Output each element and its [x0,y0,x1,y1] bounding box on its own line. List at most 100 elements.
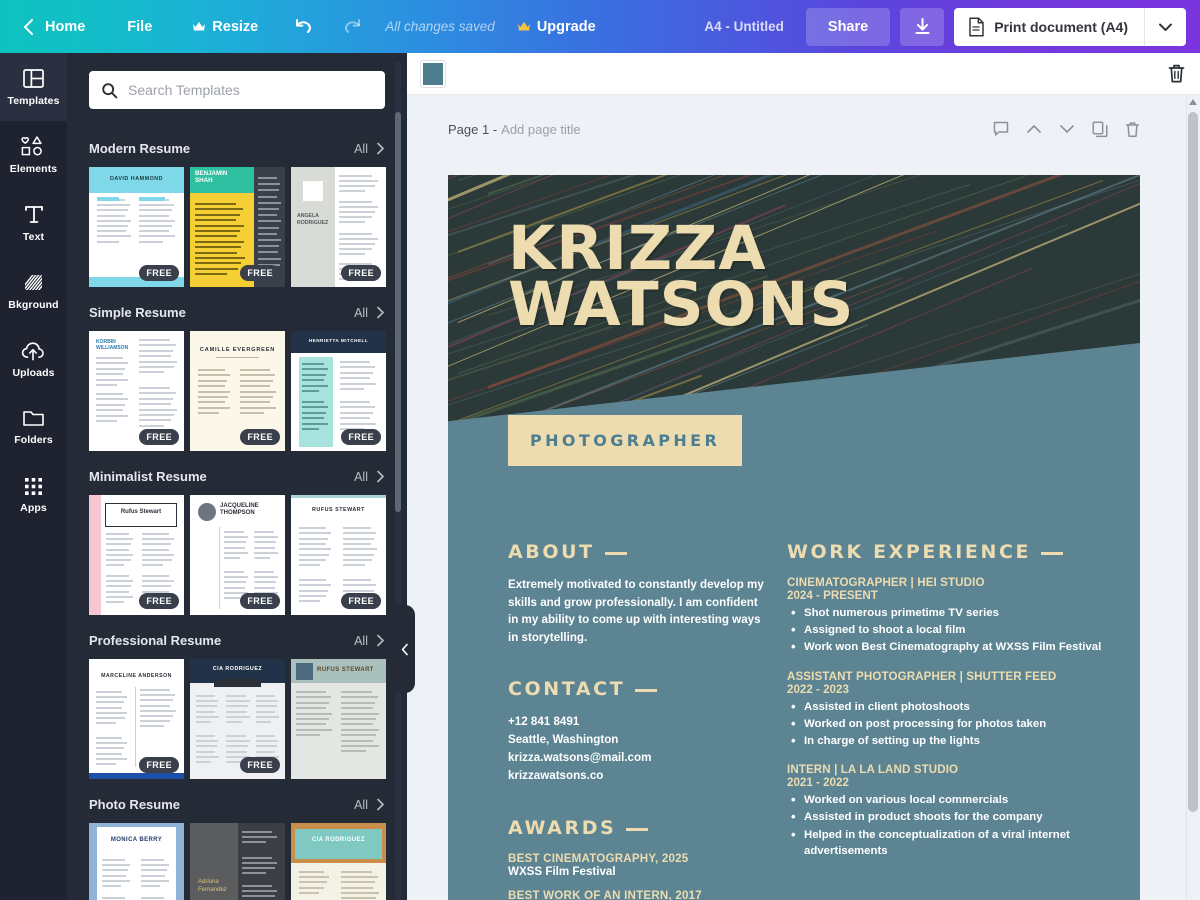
job-bullets: Assisted in client photoshootsWorked on … [787,698,1116,751]
sidebar-item-templates[interactable]: Templates [0,53,67,121]
design-canvas[interactable]: Page 1 - Add page title KRIZZA WATSONS P… [407,95,1200,900]
print-options-caret[interactable] [1144,7,1186,46]
job-dates: 2021 - 2022 [787,776,849,790]
templates-sections-scroll[interactable]: Modern Resume All DAVID HAMMOND FREE BENJAMI… [67,123,407,900]
search-box[interactable] [89,71,385,109]
chevron-right-icon [377,634,384,647]
section-see-all[interactable]: All [354,634,385,648]
scroll-up-icon[interactable] [1189,98,1197,106]
job-bullet: Assigned to shoot a local film [787,621,1116,640]
award-title: BEST WORK OF AN INTERN, 2017 [508,889,702,900]
duplicate-icon[interactable] [1092,120,1108,138]
back-button[interactable] [22,18,35,36]
canvas-scrollbar-thumb[interactable] [1188,112,1198,812]
sidebar-label: Folders [14,434,53,446]
crown-icon [517,21,531,32]
work-jobs-list: CINEMATOGRAPHER | HEI STUDIO 2024 - PRESE… [787,576,1116,859]
panel-scrollbar-thumb[interactable] [395,112,401,512]
free-badge: FREE [139,593,179,609]
home-button[interactable]: Home [45,19,85,35]
award-subtitle: WXSS Film Festival [508,865,616,879]
delete-element-button[interactable] [1167,63,1186,84]
heading-dash [626,827,649,831]
template-thumbnail[interactable]: Adriana Fernandez [190,823,285,900]
fill-color-swatch[interactable] [421,60,445,87]
sidebar-label: Elements [9,163,58,175]
sidebar-item-folders[interactable]: Folders [0,393,67,461]
section-see-all[interactable]: All [354,306,385,320]
collapse-panel-button[interactable] [395,605,415,693]
template-thumbnail[interactable]: MARCELINE ANDERSON FREE [89,659,184,779]
chevron-right-icon [377,470,384,483]
job-bullet: Shot numerous primetime TV series [787,604,1116,623]
template-thumbnail[interactable]: HENRIETTA MITCHELL FREE [291,331,386,451]
template-thumbnail[interactable]: MONICA BERRY [89,823,184,900]
upgrade-button[interactable]: Upgrade [517,19,596,35]
template-thumbnail[interactable]: RUFUS STEWART [291,659,386,779]
file-menu[interactable]: File [127,19,152,35]
chevron-right-icon [377,798,384,811]
section-title: Photo Resume [89,797,181,812]
resize-button[interactable]: Resize [192,19,258,35]
template-thumbnail[interactable]: DAVID HAMMOND FREE [89,167,184,287]
resume-right-column: WORK EXPERIENCE CINEMATOGRAPHER | HEI ST… [778,541,1140,900]
template-thumbnail[interactable]: Rufus Stewart FREE [89,495,184,615]
template-thumbnail[interactable]: JACQUELINE THOMPSON FREE [190,495,285,615]
section-see-all[interactable]: All [354,798,385,812]
document-name[interactable]: A4 - Untitled [704,19,784,34]
redo-button[interactable] [342,17,363,36]
download-button[interactable] [900,7,945,46]
free-badge: FREE [240,265,280,281]
section-see-all[interactable]: All [354,142,385,156]
template-thumbnail[interactable]: KORBIN WILLIAMSON FREE [89,331,184,451]
about-heading: ABOUT [508,541,766,563]
templates-panel: Modern Resume All DAVID HAMMONDFREEBENJAMI… [67,53,407,900]
template-thumbnail-row: Rufus Stewart FREE JACQUELINE THOMPSON FREE R… [89,495,386,615]
job-title: ASSISTANT PHOTOGRAPHER | SHUTTER FEED [787,669,1057,683]
template-thumbnail[interactable]: RUFUS STEWART FREE [291,495,386,615]
top-toolbar: Home File Resize All changes saved Upgra… [0,0,1200,53]
folders-icon [22,411,44,426]
template-section: Professional Resume All MARCELINE ANDERSON… [67,615,407,779]
share-button[interactable]: Share [805,7,891,46]
trash-icon[interactable] [1125,121,1140,138]
template-thumbnail[interactable]: CAMILLE EVERGREEN FREE [190,331,285,451]
comment-icon[interactable] [993,121,1009,137]
contact-line: +12 841 8491 [508,715,580,729]
resume-artboard[interactable]: KRIZZA WATSONS PHOTOGRAPHER ABOUT Extrem… [448,175,1140,900]
template-thumbnail[interactable]: BENJAMIN SHAH FREE [190,167,285,287]
template-preview: MONICA BERRY [89,823,184,900]
template-thumbnail-row: DAVID HAMMOND FREE BENJAMIN SHAH FREE ANGELA R… [89,167,386,287]
resume-last-name: WATSONS [508,269,855,341]
undo-button[interactable] [293,17,314,36]
template-thumbnail[interactable]: CIA RODRIGUEZ FREE [190,659,285,779]
upgrade-label: Upgrade [536,18,596,35]
heading-dash [604,551,627,555]
chevron-up-icon[interactable] [1026,123,1042,135]
job-bullet: Assisted in client photoshoots [787,698,1116,717]
left-nav-rail: Templates Elements Text Bkground Uploads… [0,53,67,900]
document-icon [969,16,984,37]
print-document-button[interactable]: Print document (A4) [954,8,1144,46]
job-bullet: Work won Best Cinematography at WXSS Fil… [787,638,1116,657]
awards-heading: AWARDS [508,817,766,839]
job-entry: ASSISTANT PHOTOGRAPHER | SHUTTER FEED 202… [787,669,1116,751]
sidebar-item-background[interactable]: Bkground [0,257,67,325]
chevron-left-icon [401,643,408,655]
template-thumbnail[interactable]: ANGELA RODRIGUEZ FREE [291,167,386,287]
about-heading-text: ABOUT [508,541,595,563]
sidebar-item-text[interactable]: Text [0,189,67,257]
sidebar-item-uploads[interactable]: Uploads [0,325,67,393]
template-thumbnail[interactable]: CIA RODRIGUEZ [291,823,386,900]
template-section: Photo Resume All MONICA BERRY Adriana Fernan… [67,779,407,900]
chevron-down-icon[interactable] [1059,123,1075,135]
awards-list: BEST CINEMATOGRAPHY, 2025 WXSS Film Festi… [508,852,766,900]
sidebar-item-elements[interactable]: Elements [0,121,67,189]
section-see-all[interactable]: All [354,470,385,484]
page-title-input[interactable]: Add page title [501,122,581,137]
resume-left-column: ABOUT Extremely motivated to constantly … [448,541,778,900]
chevron-right-icon [377,306,384,319]
sidebar-item-apps[interactable]: Apps [0,461,67,529]
section-title: Minimalist Resume [89,469,207,484]
search-input[interactable] [128,82,373,98]
